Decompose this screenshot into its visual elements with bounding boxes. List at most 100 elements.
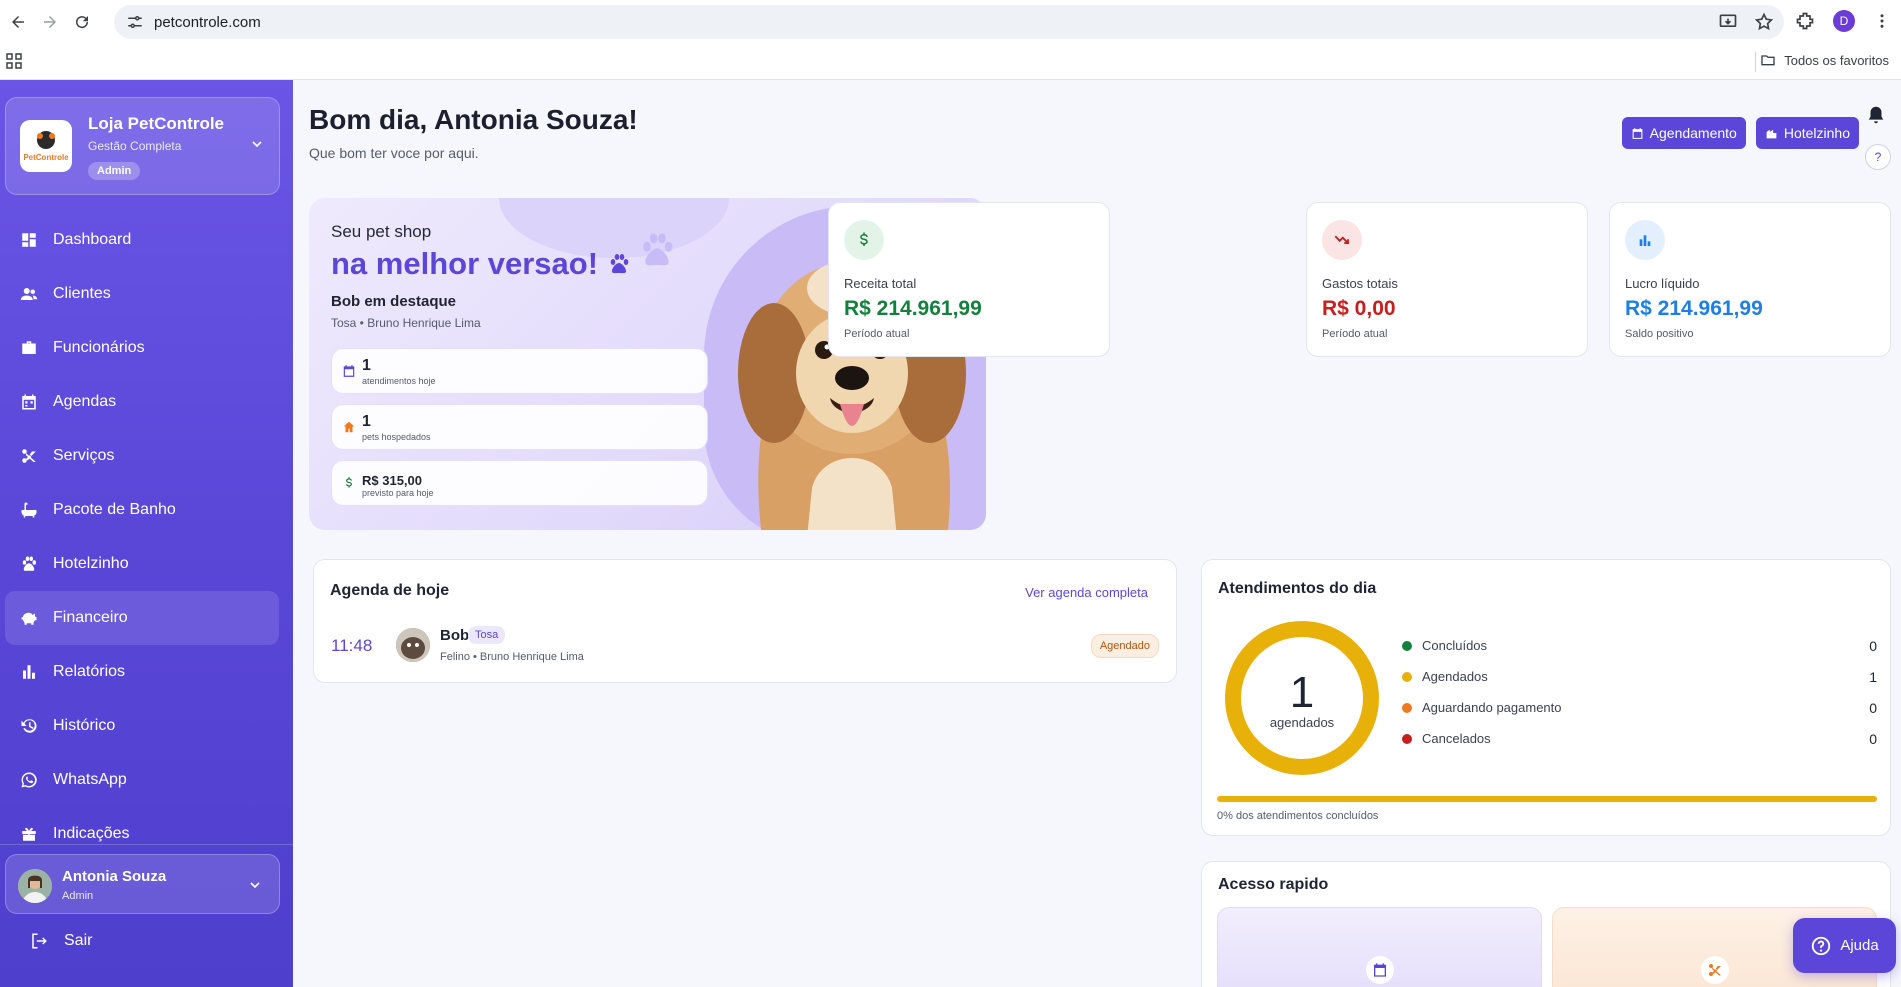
sidebar-nav: Dashboard Clientes Funcionários Agendas … <box>0 213 293 861</box>
bookmarks-separator <box>1755 52 1756 72</box>
stat-label: previsto para hoje <box>362 488 434 498</box>
page-subtitle: Que bom ter voce por aqui. <box>309 145 479 161</box>
paw-icon <box>610 254 628 274</box>
user-menu[interactable]: Antonia Souza Admin <box>5 854 280 914</box>
sidebar-item-financeiro[interactable]: Financeiro <box>5 591 279 645</box>
kpi-title: Gastos totais <box>1322 276 1398 291</box>
legend-dot <box>1402 733 1412 744</box>
quick-agenda-tile[interactable] <box>1217 907 1542 987</box>
help-button[interactable]: ? <box>1865 144 1891 170</box>
legend-label: Agendados <box>1422 669 1488 684</box>
sidebar-item-label: Funcionários <box>53 339 145 356</box>
progress-fill <box>1217 796 1877 802</box>
sidebar-item-funcionarios[interactable]: Funcionários <box>0 321 293 375</box>
sidebar: PetControle Loja PetControle Gestão Comp… <box>0 80 293 987</box>
sidebar-divider <box>0 844 293 845</box>
sidebar-item-historico[interactable]: Histórico <box>0 699 293 753</box>
kpi-icon-circle <box>1322 220 1362 260</box>
sidebar-item-label: Financeiro <box>53 609 128 626</box>
sidebar-item-hotelzinho[interactable]: Hotelzinho <box>0 537 293 591</box>
apps-grid-icon[interactable] <box>6 53 22 69</box>
extensions-icon[interactable] <box>1795 11 1815 31</box>
sidebar-item-label: Relatórios <box>53 663 126 680</box>
donut-center-label: agendados <box>1269 715 1335 730</box>
sidebar-item-indicacoes[interactable]: Indicações <box>0 807 293 861</box>
legend-count: 0 <box>1869 699 1877 716</box>
sidebar-item-relatorios[interactable]: Relatórios <box>0 645 293 699</box>
calendar-icon <box>22 394 36 410</box>
sidebar-item-label: Serviços <box>53 447 115 464</box>
legend-label: Concluídos <box>1422 638 1488 653</box>
quick-icon <box>1701 956 1729 984</box>
sidebar-item-agendas[interactable]: Agendas <box>0 375 293 429</box>
profile-avatar[interactable]: D <box>1833 10 1855 32</box>
help-circle-icon <box>1812 936 1831 955</box>
gift-icon <box>22 827 36 841</box>
site-settings-icon[interactable] <box>126 13 144 31</box>
address-bar[interactable]: petcontrole.com <box>114 5 1784 39</box>
dashboard-icon <box>22 233 36 247</box>
legend-row-cancelados: Cancelados 0 <box>1402 723 1877 754</box>
user-name: Antonia Souza <box>62 868 167 885</box>
chevron-down-icon <box>250 882 260 889</box>
legend-count: 0 <box>1869 637 1877 654</box>
folder-icon <box>1761 55 1775 66</box>
legend-count: 1 <box>1869 668 1877 685</box>
agendamento-button[interactable]: Agendamento <box>1621 117 1746 149</box>
all-bookmarks-button[interactable]: Todos os favoritos <box>1760 52 1889 68</box>
history-icon <box>21 719 37 733</box>
sidebar-item-label: Agendas <box>53 393 117 410</box>
store-logo-text: PetControle <box>24 153 68 162</box>
kpi-value: R$ 214.961,99 <box>844 297 982 320</box>
dollar-icon <box>860 232 868 246</box>
agenda-full-link[interactable]: Ver agenda completa <box>1025 585 1148 600</box>
store-switcher[interactable]: PetControle Loja PetControle Gestão Comp… <box>5 97 280 195</box>
kpi-value: R$ 214.961,99 <box>1625 297 1763 320</box>
hotelzinho-button[interactable]: Hotelzinho <box>1755 117 1859 149</box>
hero-kicker: Seu pet shop <box>331 222 432 241</box>
sidebar-item-dashboard[interactable]: Dashboard <box>0 213 293 267</box>
logout-label: Sair <box>64 932 93 949</box>
status-badge: Agendado <box>1090 634 1159 658</box>
agenda-title: Agenda de hoje <box>330 582 450 599</box>
logout-button[interactable]: Sair <box>30 932 92 950</box>
legend-dot <box>1402 702 1412 713</box>
status-legend: Concluídos 0 Agendados 1 Aguardando paga… <box>1402 630 1877 754</box>
help-fab-button[interactable]: Ajuda <box>1793 918 1896 973</box>
bookmark-star-icon[interactable] <box>1754 12 1774 32</box>
kpi-subtitle: Período atual <box>844 328 910 340</box>
chevron-down-icon <box>252 141 262 148</box>
bell-icon[interactable] <box>1865 104 1887 126</box>
kpi-receita-total: Receita total R$ 214.961,99 Período atua… <box>828 202 1110 357</box>
sidebar-item-servicos[interactable]: Serviços <box>0 429 293 483</box>
bar-chart-icon <box>1639 235 1651 246</box>
more-menu-icon[interactable] <box>1873 12 1891 30</box>
legend-row-concluidos: Concluídos 0 <box>1402 630 1877 661</box>
arrow-left-icon <box>12 16 24 28</box>
forward-button[interactable] <box>36 8 64 36</box>
install-app-icon[interactable] <box>1718 12 1738 32</box>
dollar-icon <box>346 477 352 488</box>
store-subtitle: Gestão Completa <box>88 139 182 153</box>
legend-count: 0 <box>1869 730 1877 747</box>
house-icon <box>343 421 355 433</box>
kpi-title: Lucro líquido <box>1625 276 1700 291</box>
kpi-icon-circle <box>1625 220 1665 260</box>
piggy-bank-icon <box>21 612 37 625</box>
users-icon <box>20 288 38 300</box>
reload-button[interactable] <box>68 8 96 36</box>
legend-dot <box>1402 671 1412 682</box>
whatsapp-icon <box>21 772 37 788</box>
sidebar-item-label: Histórico <box>53 717 116 734</box>
back-button[interactable] <box>4 8 32 36</box>
trending-down-icon <box>1334 235 1349 244</box>
sidebar-item-clientes[interactable]: Clientes <box>0 267 293 321</box>
sidebar-item-label: Clientes <box>53 285 111 302</box>
sidebar-item-label: Indicações <box>53 825 130 842</box>
legend-row-aguardando-pagamento: Aguardando pagamento 0 <box>1402 692 1877 723</box>
briefcase-icon <box>22 341 36 354</box>
hero-title: na melhor versao! <box>331 246 631 282</box>
sidebar-item-pacote-de-banho[interactable]: Pacote de Banho <box>0 483 293 537</box>
store-name: Loja PetControle <box>88 114 225 133</box>
sidebar-item-whatsapp[interactable]: WhatsApp <box>0 753 293 807</box>
